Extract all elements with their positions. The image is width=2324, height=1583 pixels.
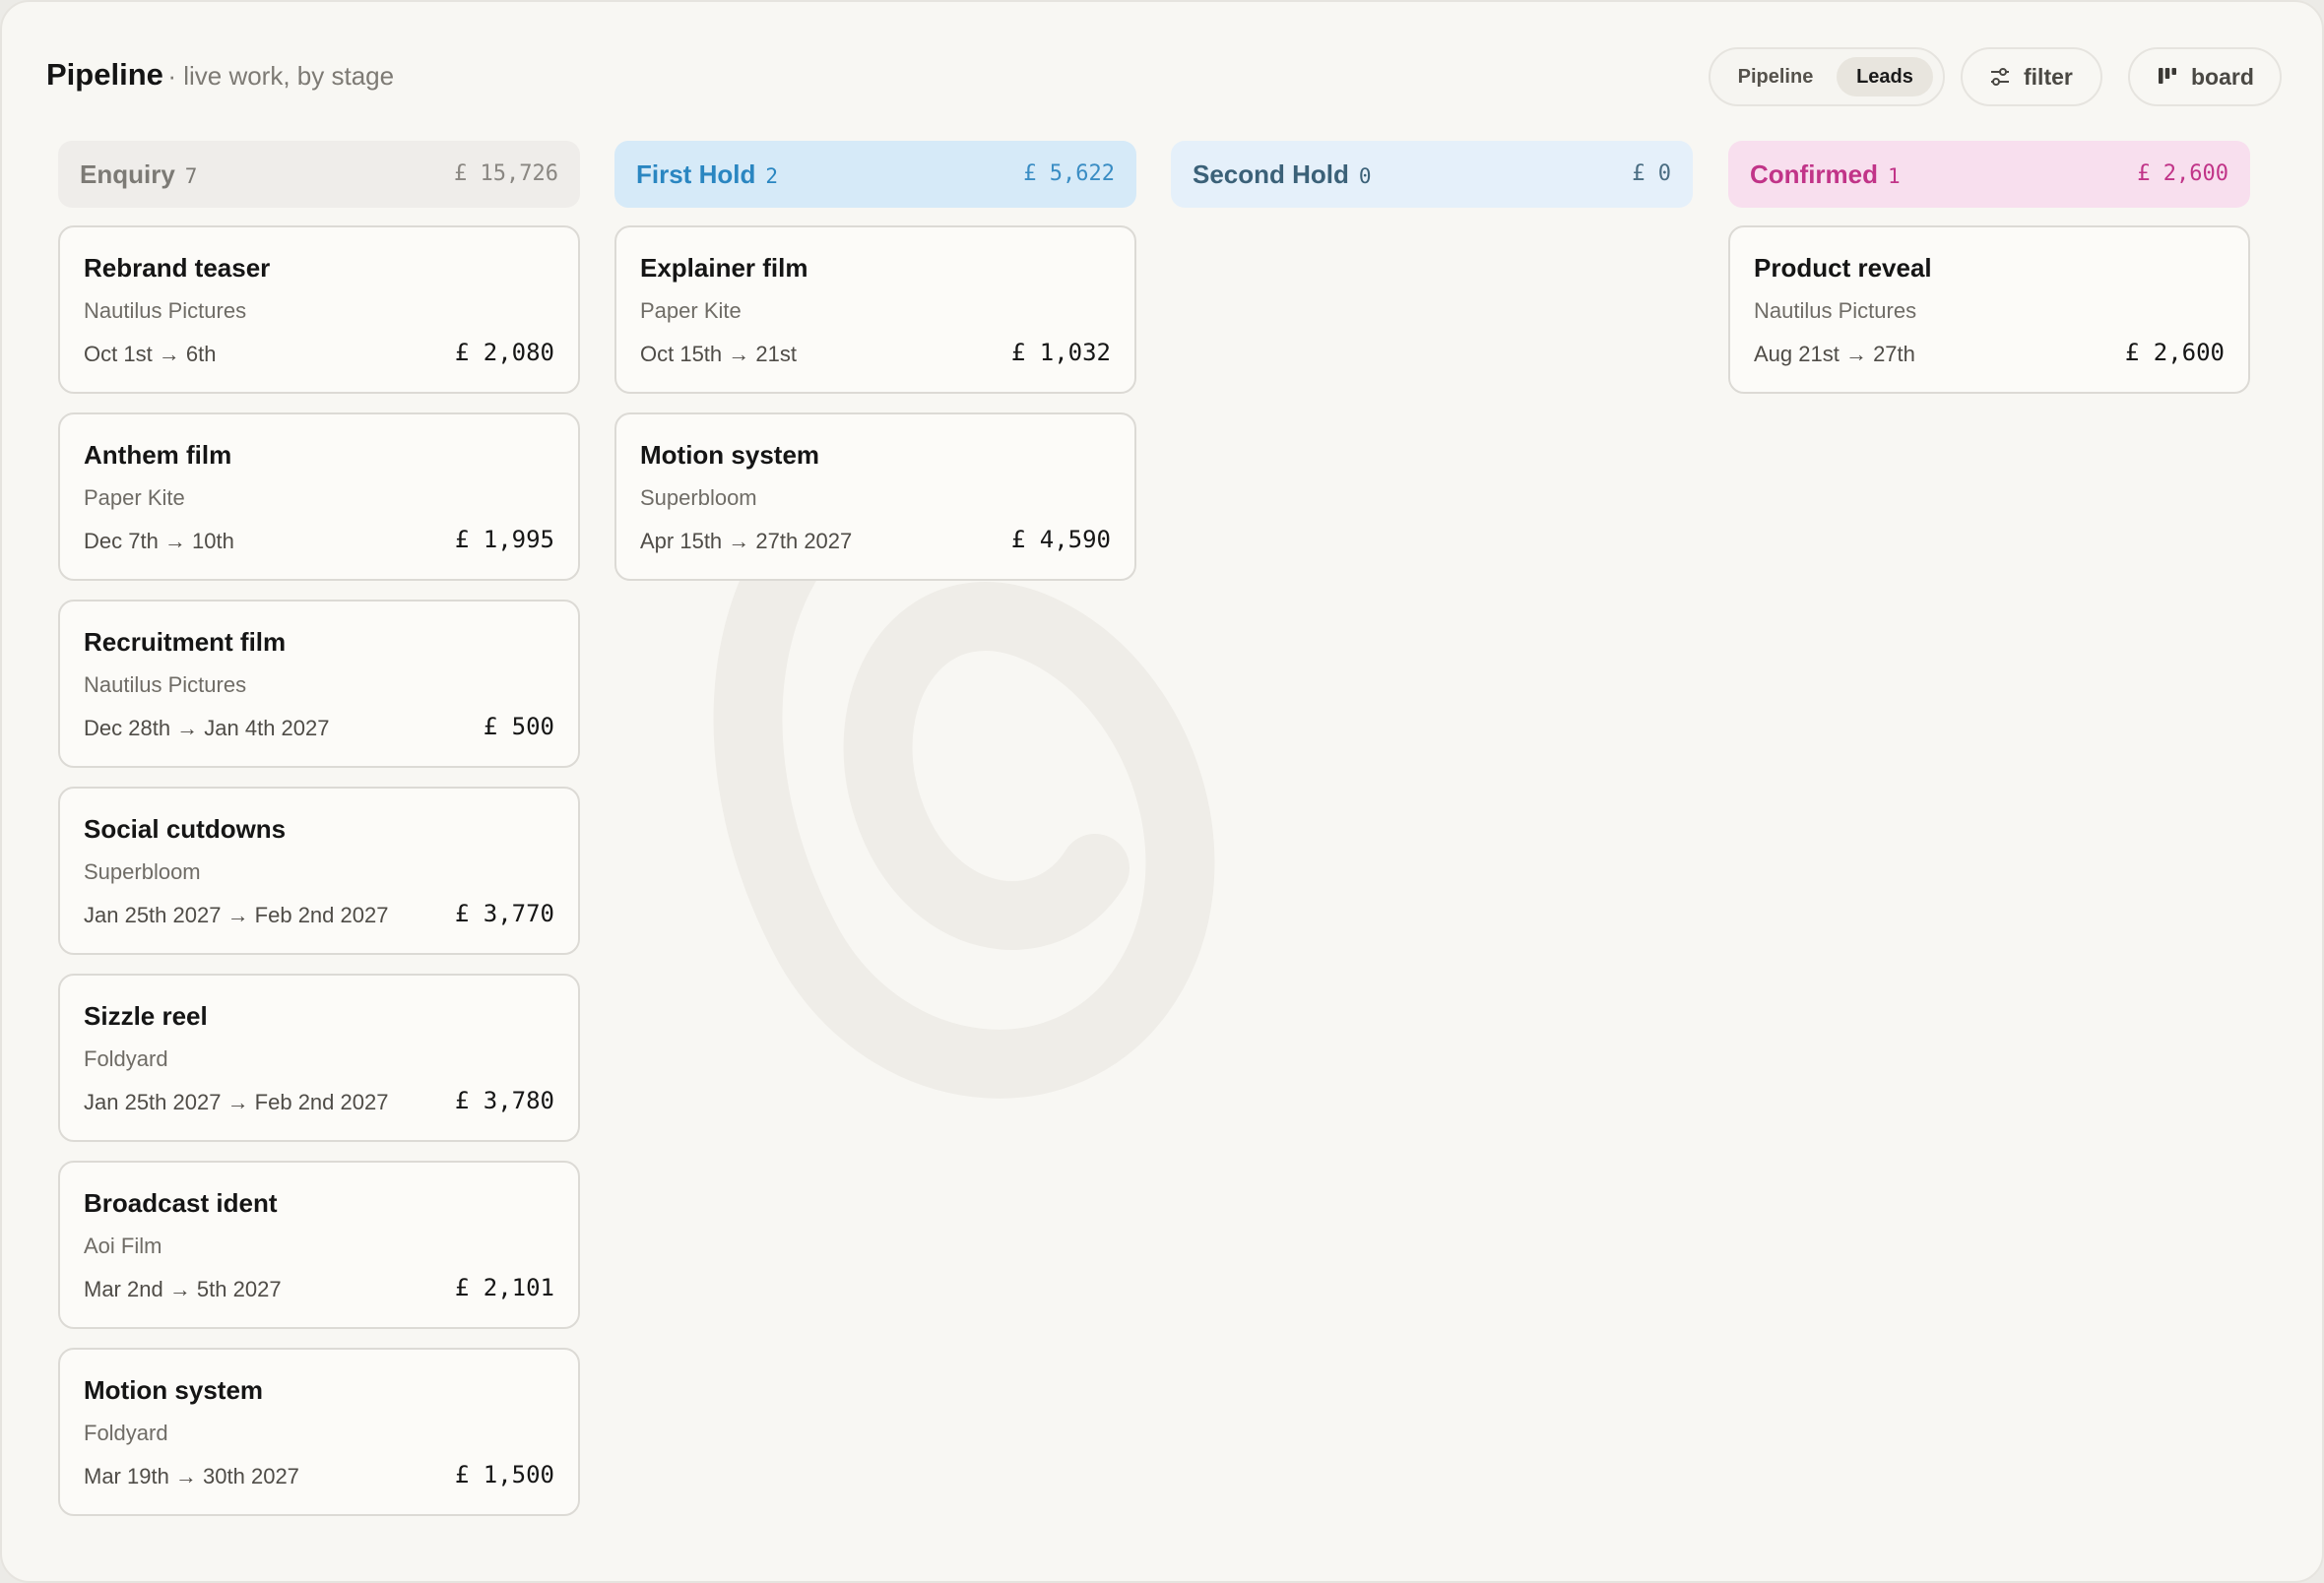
lead-card[interactable]: Recruitment film Nautilus Pictures Dec 2… [58,600,580,768]
column-header-second-hold: Second Hold 0 £ 0 [1171,141,1693,208]
filter-label: filter [2024,64,2073,90]
card-dates: Apr 15th → 27th 2027 [640,529,853,553]
page-subtitle: · live work, by stage [167,61,395,91]
card-client: Nautilus Pictures [1754,298,1917,323]
column-second-hold: Second Hold 0 £ 0 [1171,141,1693,208]
column-confirmed: Confirmed 1 £ 2,600 Product reveal Nautil… [1728,141,2250,394]
card-dates: Oct 15th → 21st [640,342,797,366]
column-title: First Hold 2 [636,159,778,189]
lead-card[interactable]: Sizzle reel Foldyard Jan 25th 2027 → Feb… [58,974,580,1142]
title-group: Pipeline · live work, by stage [46,57,394,93]
card-dates: Oct 1st → 6th [84,342,217,366]
card-title: Motion system [84,1375,264,1405]
column-title: Second Hold 0 [1193,159,1372,189]
lead-card[interactable]: Product reveal Nautilus Pictures Aug 21s… [1728,225,2250,394]
card-dates: Jan 25th 2027 → Feb 2nd 2027 [84,903,389,927]
card-title: Product reveal [1754,253,1932,283]
card-price: £ 3,770 [454,900,554,927]
card-dates: Mar 2nd → 5th 2027 [84,1277,282,1301]
column-count: 1 [1888,164,1901,188]
card-client: Nautilus Pictures [84,672,247,697]
card-dates: Dec 28th → Jan 4th 2027 [84,716,330,740]
column-total: £ 5,622 [1023,161,1115,186]
lead-card[interactable]: Social cutdowns Superbloom Jan 25th 2027… [58,787,580,955]
card-price: £ 1,995 [454,526,554,553]
card-title: Motion system [640,440,820,470]
card-title: Explainer film [640,253,808,283]
pipeline-view-button[interactable]: Pipeline [1718,57,1833,96]
card-title: Broadcast ident [84,1188,278,1218]
card-price: £ 2,080 [454,339,554,366]
card-price: £ 3,780 [454,1087,554,1114]
card-title: Recruitment film [84,627,287,657]
column-first-hold: First Hold 2 £ 5,622 Explainer film Paper… [614,141,1136,581]
card-list-enquiry: Rebrand teaser Nautilus Pictures Oct 1st… [58,225,580,1535]
card-title: Social cutdowns [84,814,287,844]
card-price: £ 1,500 [454,1461,554,1488]
column-total: £ 0 [1632,161,1671,186]
card-title: Anthem film [84,440,232,470]
card-dates: Mar 19th → 30th 2027 [84,1464,299,1488]
column-title: Confirmed 1 [1750,159,1901,189]
card-client: Foldyard [84,1421,168,1445]
lead-card[interactable]: Broadcast ident Aoi Film Mar 2nd → 5th 2… [58,1161,580,1329]
page-header: Pipeline · live work, by stage Pipeline … [46,47,2282,106]
card-price: £ 2,600 [2124,339,2225,366]
sliders-icon [1991,68,2009,86]
page-title: Pipeline [46,57,163,92]
column-header-enquiry: Enquiry 7 £ 15,726 [58,141,580,208]
card-price: £ 4,590 [1010,526,1111,553]
column-title: Enquiry 7 [80,159,198,189]
column-enquiry: Enquiry 7 £ 15,726 Rebrand teaser Nautilu… [58,141,580,1516]
lead-card[interactable]: Motion system Superbloom Apr 15th → 27th… [614,412,1136,581]
card-client: Paper Kite [640,298,742,323]
card-client: Nautilus Pictures [84,298,247,323]
column-total: £ 2,600 [2137,161,2228,186]
card-title: Rebrand teaser [84,253,271,283]
card-dates: Dec 7th → 10th [84,529,234,553]
board-label: board [2191,64,2254,90]
lead-card[interactable]: Explainer film Paper Kite Oct 15th → 21s… [614,225,1136,394]
card-list-confirmed: Product reveal Nautilus Pictures Aug 21s… [1728,225,2250,412]
column-count: 2 [765,164,778,188]
column-header-first-hold: First Hold 2 £ 5,622 [614,141,1136,208]
card-client: Superbloom [640,485,757,510]
column-total: £ 15,726 [454,161,558,186]
filter-button[interactable]: filter [1961,47,2102,106]
card-client: Aoi Film [84,1234,162,1258]
card-price: £ 1,032 [1010,339,1111,366]
leads-view-button[interactable]: Leads [1837,57,1933,96]
lead-card[interactable]: Rebrand teaser Nautilus Pictures Oct 1st… [58,225,580,394]
card-client: Paper Kite [84,485,185,510]
column-header-confirmed: Confirmed 1 £ 2,600 [1728,141,2250,208]
column-count: 7 [184,164,198,188]
view-toggle: Pipeline Leads [1709,47,1945,106]
board-button[interactable]: board [2128,47,2282,106]
card-price: £ 2,101 [454,1274,554,1301]
app-window: Pipeline · live work, by stage Pipeline … [0,0,2324,1583]
card-price: £ 500 [483,713,554,740]
card-client: Superbloom [84,859,201,884]
card-title: Sizzle reel [84,1001,208,1031]
card-list-first-hold: Explainer film Paper Kite Oct 15th → 21s… [614,225,1136,600]
lead-card[interactable]: Motion system Foldyard Mar 19th → 30th 2… [58,1348,580,1516]
board-icon [2159,68,2176,84]
card-dates: Aug 21st → 27th [1754,342,1915,366]
column-count: 0 [1358,164,1372,188]
lead-card[interactable]: Anthem film Paper Kite Dec 7th → 10th £ … [58,412,580,581]
card-dates: Jan 25th 2027 → Feb 2nd 2027 [84,1090,389,1114]
card-client: Foldyard [84,1046,168,1071]
